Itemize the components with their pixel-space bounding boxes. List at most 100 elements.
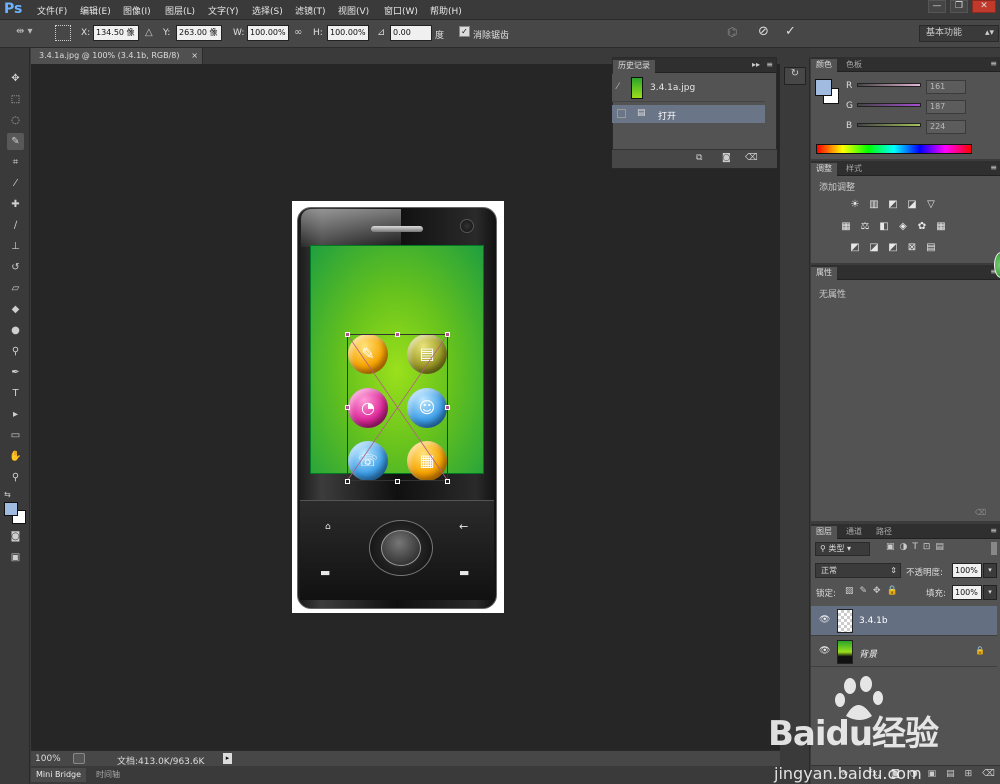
green-value-field[interactable]: 187 [926, 100, 966, 114]
photo-filter-adjustment-icon[interactable]: ◈ [896, 221, 910, 233]
tab-channels[interactable]: 通道 [841, 526, 867, 538]
tab-timeline[interactable]: 时间轴 [93, 768, 123, 782]
screen-mode-icon[interactable]: ▣ [7, 549, 24, 566]
status-menu-icon[interactable]: ▸ [223, 753, 232, 764]
transform-handle[interactable] [345, 332, 350, 337]
clone-stamp-tool-icon[interactable]: ⊥ [7, 238, 24, 255]
collapse-icon[interactable]: ▸▸ [752, 60, 760, 69]
invert-adjustment-icon[interactable]: ◩ [848, 242, 862, 254]
blur-tool-icon[interactable]: ● [7, 322, 24, 339]
status-indicator-icon[interactable] [73, 753, 85, 764]
brightness-adjustment-icon[interactable]: ☀ [848, 199, 862, 211]
transform-handle[interactable] [345, 405, 350, 410]
panel-menu-icon[interactable]: ≡ [990, 163, 997, 172]
history-brush-tool-icon[interactable]: ↺ [7, 259, 24, 276]
width-field[interactable]: 100.00% [247, 25, 289, 41]
healing-brush-tool-icon[interactable]: ✚ [7, 196, 24, 213]
angle-field[interactable]: 0.00 [390, 25, 432, 41]
fill-dropdown-icon[interactable]: ▾ [983, 585, 997, 600]
blue-value-field[interactable]: 224 [926, 120, 966, 134]
hue-saturation-adjustment-icon[interactable]: ▦ [839, 221, 853, 233]
menu-view[interactable]: 视图(V) [338, 4, 369, 17]
transform-handle[interactable] [395, 332, 400, 337]
minimize-button[interactable]: — [928, 0, 946, 13]
history-source-box[interactable] [617, 109, 626, 118]
paint-bucket-tool-icon[interactable]: ◆ [7, 301, 24, 318]
transform-handle[interactable] [345, 479, 350, 484]
x-field[interactable]: 134.50 像 [93, 25, 139, 41]
menu-file[interactable]: 文件(F) [37, 4, 67, 17]
crop-tool-icon[interactable]: ⌗ [7, 154, 24, 171]
history-item[interactable]: ▤ 打开 [612, 105, 765, 123]
menu-edit[interactable]: 编辑(E) [80, 4, 111, 17]
menu-type[interactable]: 文字(Y) [208, 4, 239, 17]
panel-menu-icon[interactable]: ≡ [766, 60, 773, 69]
layer-row-selected[interactable]: 👁 3.4.1b [811, 606, 997, 636]
close-tab-icon[interactable]: × [191, 48, 198, 64]
tab-swatches[interactable]: 色板 [841, 59, 867, 71]
swap-colors-icon[interactable]: ⇆ [4, 490, 11, 499]
transform-tool-icon[interactable]: ⇹ ▾ [16, 26, 42, 40]
lasso-tool-icon[interactable]: ◌ [7, 112, 24, 129]
panel-menu-icon[interactable]: ≡ [990, 59, 997, 68]
transform-handle[interactable] [395, 479, 400, 484]
red-value-field[interactable]: 161 [926, 80, 966, 94]
restore-button[interactable]: ❐ [950, 0, 968, 13]
pen-tool-icon[interactable]: ✒ [7, 364, 24, 381]
height-field[interactable]: 100.00% [327, 25, 369, 41]
warp-mode-icon[interactable]: ⌬ [727, 25, 737, 39]
hand-tool-icon[interactable]: ✋ [7, 448, 24, 465]
foreground-color-swatch[interactable] [815, 79, 832, 96]
exposure-adjustment-icon[interactable]: ◪ [905, 199, 919, 211]
zoom-tool-icon[interactable]: ⚲ [7, 469, 24, 486]
layer-filter-icons[interactable]: ▣◑T⊡▤ [886, 542, 949, 552]
history-snapshot[interactable]: ⁄ 3.4.1a.jpg [612, 74, 765, 102]
quick-select-tool-icon[interactable]: ✎ [7, 133, 24, 150]
tab-color[interactable]: 颜色 [811, 59, 837, 72]
color-spectrum[interactable] [816, 144, 972, 154]
tab-adjustments[interactable]: 调整 [811, 163, 837, 176]
dodge-tool-icon[interactable]: ⚲ [7, 343, 24, 360]
snapshot-camera-icon[interactable]: ◙ [722, 153, 731, 163]
menu-select[interactable]: 选择(S) [252, 4, 283, 17]
quick-mask-icon[interactable]: ◙ [7, 528, 24, 545]
antialias-checkbox[interactable]: ✓ [459, 26, 470, 37]
green-slider[interactable] [857, 103, 921, 107]
menu-window[interactable]: 窗口(W) [384, 4, 418, 17]
tab-mini-bridge[interactable]: Mini Bridge [31, 768, 87, 782]
commit-transform-icon[interactable]: ✓ [785, 24, 796, 39]
marquee-tool-icon[interactable]: ⬚ [7, 91, 24, 108]
gradient-map-adjustment-icon[interactable]: ▤ [924, 242, 938, 254]
curves-adjustment-icon[interactable]: ◩ [886, 199, 900, 211]
blue-slider[interactable] [857, 123, 921, 127]
history-brush-source-icon[interactable]: ⁄ [617, 82, 619, 92]
layer-row-background[interactable]: 👁 背景 🔒 [811, 637, 997, 667]
tab-history[interactable]: 历史记录 [613, 60, 655, 73]
menu-image[interactable]: 图像(I) [123, 4, 151, 17]
selective-color-adjustment-icon[interactable]: ⊠ [905, 242, 919, 254]
close-window-button[interactable]: ✕ [972, 0, 996, 13]
tab-paths[interactable]: 路径 [871, 526, 897, 538]
trash-icon[interactable]: ⌫ [745, 153, 758, 163]
transform-handle[interactable] [445, 479, 450, 484]
zoom-level[interactable]: 100% [35, 754, 61, 764]
red-slider[interactable] [857, 83, 921, 87]
foreground-color-swatch[interactable] [4, 502, 18, 516]
tab-styles[interactable]: 样式 [841, 163, 867, 175]
menu-filter[interactable]: 滤镜(T) [295, 4, 326, 17]
eye-icon[interactable]: 👁 [819, 615, 830, 625]
history-panel-icon[interactable]: ↻ [784, 67, 806, 85]
transform-bounding-box[interactable] [347, 334, 448, 481]
fill-field[interactable]: 100% [952, 585, 982, 600]
threshold-adjustment-icon[interactable]: ◩ [886, 242, 900, 254]
move-tool-icon[interactable]: ✥ [7, 70, 24, 87]
transform-handle[interactable] [445, 405, 450, 410]
link-icon[interactable]: ∞ [294, 27, 302, 38]
workspace-select[interactable]: 基本功能 ▴▾ [919, 25, 999, 42]
color-balance-adjustment-icon[interactable]: ⚖ [858, 221, 872, 233]
type-tool-icon[interactable]: T [7, 385, 24, 402]
eyedropper-tool-icon[interactable]: ⁄ [7, 175, 24, 192]
levels-adjustment-icon[interactable]: ▥ [867, 199, 881, 211]
layer-name[interactable]: 3.4.1b [859, 616, 888, 626]
filter-toggle[interactable] [991, 542, 997, 555]
